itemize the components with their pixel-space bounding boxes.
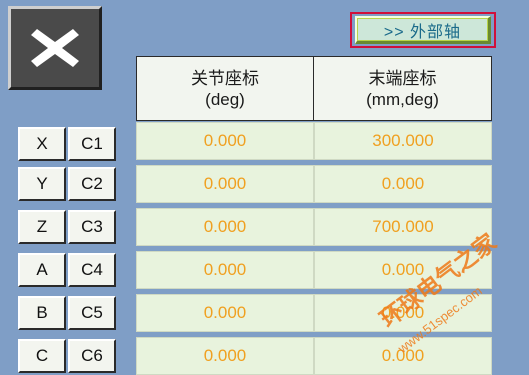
axis-c1-button[interactable]: C1 — [68, 127, 116, 161]
axis-y-button[interactable]: Y — [18, 167, 66, 201]
joint-header-unit: (deg) — [205, 89, 245, 109]
end-header-title: 末端座标 — [368, 68, 437, 88]
joint-value-c4: 0.000 — [136, 251, 314, 289]
end-header-unit: (mm,deg) — [366, 89, 439, 109]
axis-c6-button[interactable]: C6 — [68, 339, 116, 373]
end-value-x: 300.000 — [314, 122, 492, 160]
joint-value-c1: 0.000 — [136, 122, 314, 160]
axis-b-button[interactable]: B — [18, 296, 66, 330]
axis-c3-button[interactable]: C3 — [68, 210, 116, 244]
axis-x-button[interactable]: X — [18, 127, 66, 161]
close-button[interactable] — [8, 6, 102, 90]
joint-coordinate-header: 关节座标 (deg) — [136, 56, 314, 121]
external-axis-button-frame: >> 外部轴 — [350, 12, 496, 48]
close-icon — [31, 29, 79, 67]
external-axis-button[interactable]: >> 外部轴 — [355, 16, 491, 44]
joint-value-c6: 0.000 — [136, 337, 314, 375]
joint-value-c5: 0.000 — [136, 294, 314, 332]
end-coordinate-header: 末端座标 (mm,deg) — [313, 56, 492, 121]
end-value-y: 0.000 — [314, 165, 492, 203]
axis-c-button[interactable]: C — [18, 339, 66, 373]
joint-value-c2: 0.000 — [136, 165, 314, 203]
joint-value-c3: 0.000 — [136, 208, 314, 246]
axis-a-button[interactable]: A — [18, 253, 66, 287]
axis-z-button[interactable]: Z — [18, 210, 66, 244]
joint-header-title: 关节座标 — [191, 68, 259, 88]
axis-c2-button[interactable]: C2 — [68, 167, 116, 201]
axis-c5-button[interactable]: C5 — [68, 296, 116, 330]
axis-c4-button[interactable]: C4 — [68, 253, 116, 287]
